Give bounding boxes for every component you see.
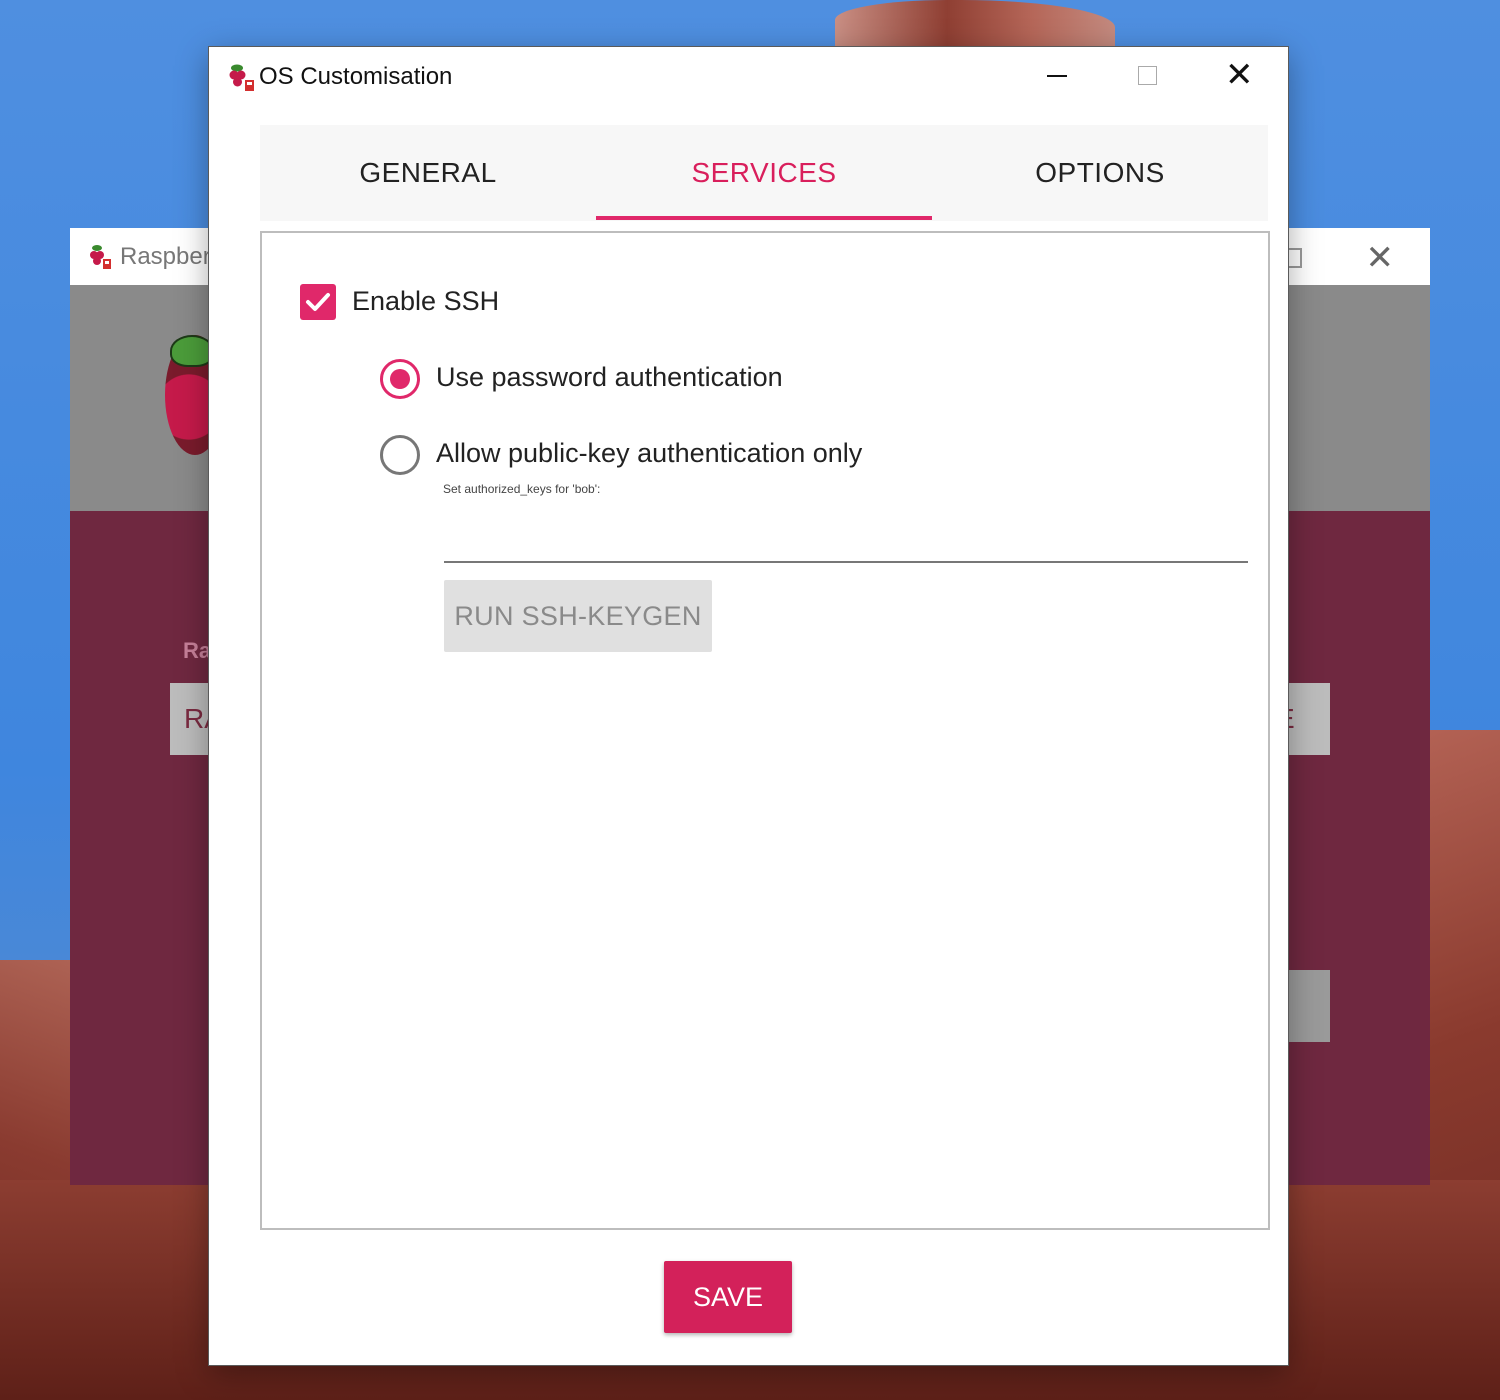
authorized-keys-input[interactable] xyxy=(444,503,1248,563)
wallpaper-rock-top xyxy=(835,0,1115,50)
close-icon[interactable]: ✕ xyxy=(1225,57,1254,93)
password-auth-label[interactable]: Use password authentication xyxy=(436,362,783,393)
raspberry-pi-icon xyxy=(229,64,254,91)
tab-bar: GENERAL SERVICES OPTIONS xyxy=(260,125,1268,221)
tab-general[interactable]: GENERAL xyxy=(260,125,596,221)
run-ssh-keygen-button[interactable]: RUN SSH-KEYGEN xyxy=(444,580,712,652)
public-key-auth-label[interactable]: Allow public-key authentication only xyxy=(436,438,862,469)
raspberry-leaf xyxy=(170,335,214,367)
maximize-icon[interactable] xyxy=(1287,248,1302,268)
save-button[interactable]: SAVE xyxy=(664,1261,792,1333)
os-customisation-dialog: OS Customisation ✕ GENERAL SERVICES OPTI… xyxy=(209,47,1288,1365)
password-auth-radio[interactable] xyxy=(380,359,420,399)
selected-tab-indicator xyxy=(596,216,932,220)
tab-options[interactable]: OPTIONS xyxy=(932,125,1268,221)
authorized-keys-label: Set authorized_keys for 'bob': xyxy=(443,482,601,496)
close-icon[interactable]: ✕ xyxy=(1366,238,1395,278)
checkmark-icon xyxy=(306,293,330,311)
dialog-title: OS Customisation xyxy=(259,63,453,90)
raspberry-pi-icon xyxy=(90,245,111,269)
maximize-icon[interactable] xyxy=(1138,66,1157,85)
background-window-title: Raspberr xyxy=(120,243,219,270)
tab-services[interactable]: SERVICES xyxy=(596,125,932,221)
enable-ssh-checkbox[interactable] xyxy=(300,284,336,320)
background-section-label: Ra xyxy=(183,638,212,663)
public-key-auth-radio[interactable] xyxy=(380,435,420,475)
enable-ssh-label[interactable]: Enable SSH xyxy=(352,286,499,317)
minimize-icon[interactable] xyxy=(1047,75,1067,77)
dialog-titlebar: OS Customisation ✕ xyxy=(209,47,1288,109)
services-panel: Enable SSH Use password authentication A… xyxy=(260,231,1270,1230)
